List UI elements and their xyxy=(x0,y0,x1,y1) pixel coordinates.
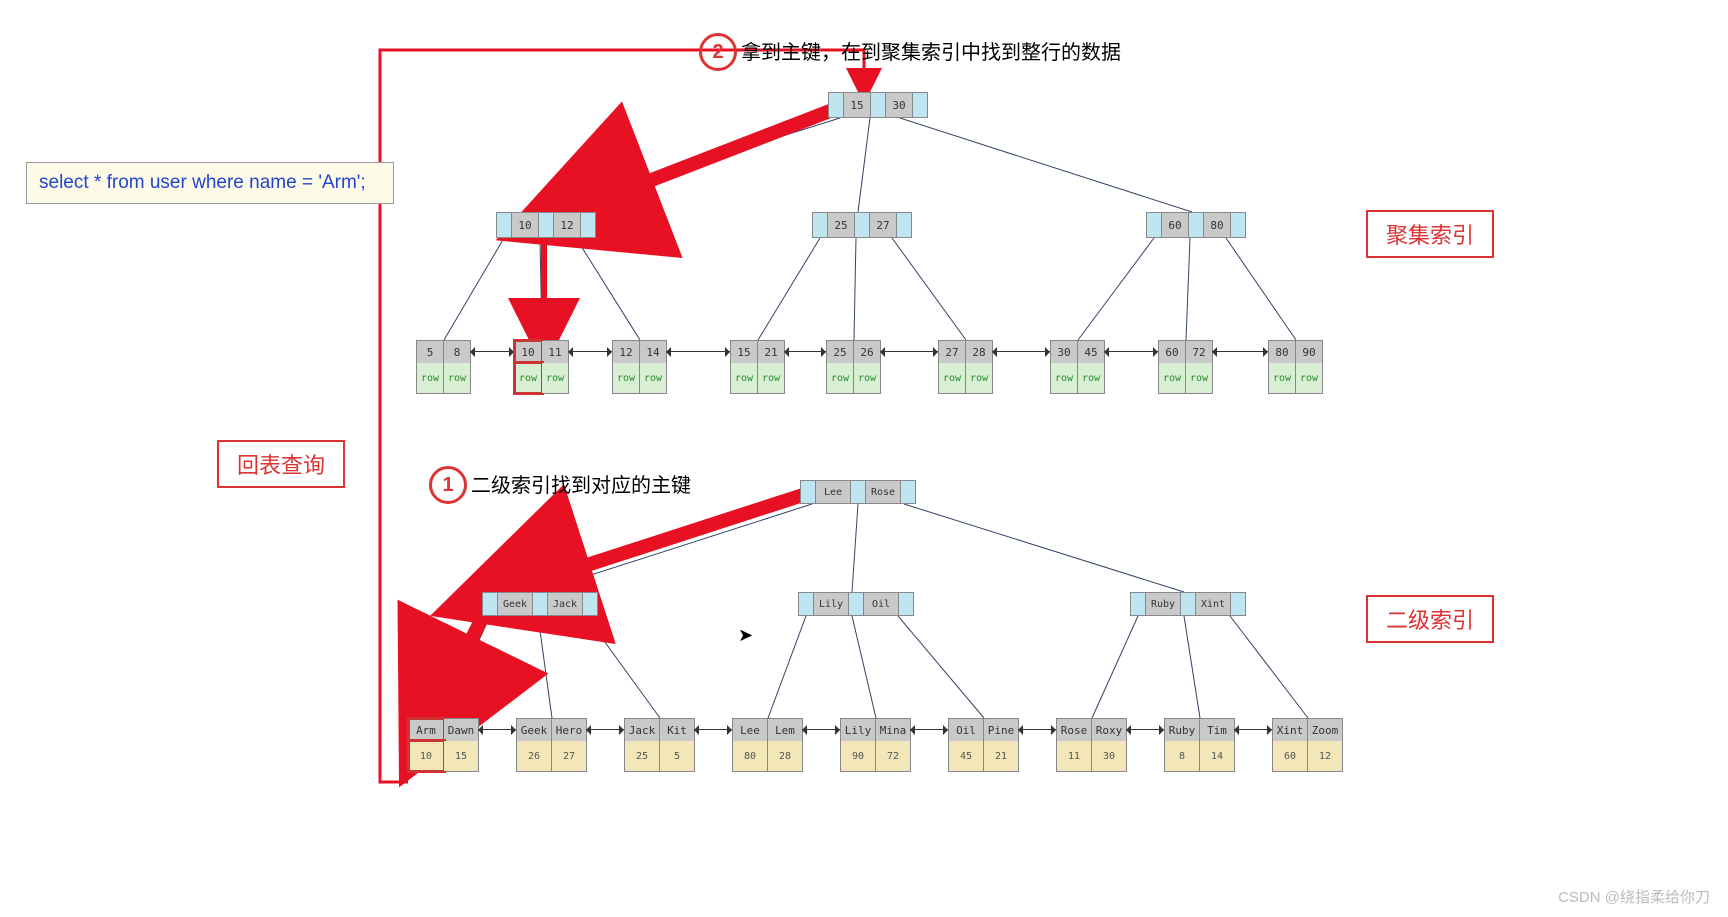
leaf-link-arrow xyxy=(478,729,516,731)
leaf-link-arrow xyxy=(1212,351,1268,353)
leaf-link-arrow xyxy=(1018,729,1056,731)
secondary-internal-2: RubyXint xyxy=(1130,592,1246,616)
secondary-leaf-8: XintZoom6012 xyxy=(1272,718,1343,772)
secondary-leaf-6: RoseRoxy1130 xyxy=(1056,718,1127,772)
leaf-link-arrow xyxy=(470,351,514,353)
step-1-text: 二级索引找到对应的主键 xyxy=(471,469,691,498)
secondary-root: LeeRose xyxy=(800,480,916,504)
cluster-root: 1530 xyxy=(828,92,928,118)
cluster-leaf-7: 6072rowrow xyxy=(1158,340,1213,394)
leaf-link-arrow xyxy=(568,351,612,353)
watermark: CSDN @绕指柔给你刀 xyxy=(1558,886,1710,907)
leaf-link-arrow xyxy=(992,351,1050,353)
cluster-leaf-5: 2728rowrow xyxy=(938,340,993,394)
cluster-internal-0: 1012 xyxy=(496,212,596,238)
secondary-internal-0: GeekJack xyxy=(482,592,598,616)
leaf-link-arrow xyxy=(666,351,730,353)
leaf-link-arrow xyxy=(586,729,624,731)
label-secondary-index: 二级索引 xyxy=(1366,595,1494,643)
label-cluster-index: 聚集索引 xyxy=(1366,210,1494,258)
secondary-leaf-2: JackKit255 xyxy=(624,718,695,772)
diagram-stage: select * from user where name = 'Arm'; 回… xyxy=(0,0,1728,917)
secondary-leaf-0: ArmDawn1015 xyxy=(408,718,479,772)
leaf-link-arrow xyxy=(880,351,938,353)
cluster-leaf-8: 8090rowrow xyxy=(1268,340,1323,394)
sql-text: select * from user where name = 'Arm'; xyxy=(39,172,366,194)
leaf-link-arrow xyxy=(910,729,948,731)
cluster-leaf-6: 3045rowrow xyxy=(1050,340,1105,394)
secondary-leaf-1: GeekHero2627 xyxy=(516,718,587,772)
secondary-leaf-5: OilPine4521 xyxy=(948,718,1019,772)
cluster-leaf-4: 2526rowrow xyxy=(826,340,881,394)
leaf-link-arrow xyxy=(802,729,840,731)
step-2-text: 拿到主键，在到聚集索引中找到整行的数据 xyxy=(741,36,1121,65)
step-2-marker: 2 xyxy=(699,33,737,71)
label-lookup: 回表查询 xyxy=(217,440,345,488)
cluster-internal-1: 2527 xyxy=(812,212,912,238)
leaf-link-arrow xyxy=(1234,729,1272,731)
step-1-marker: 1 xyxy=(429,466,467,504)
leaf-link-arrow xyxy=(1104,351,1158,353)
sql-query-box: select * from user where name = 'Arm'; xyxy=(26,162,394,204)
secondary-leaf-7: RubyTim814 xyxy=(1164,718,1235,772)
cluster-leaf-0: 58rowrow xyxy=(416,340,471,394)
secondary-leaf-3: LeeLem8028 xyxy=(732,718,803,772)
leaf-link-arrow xyxy=(1126,729,1164,731)
leaf-link-arrow xyxy=(784,351,826,353)
secondary-internal-1: LilyOil xyxy=(798,592,914,616)
cluster-leaf-2: 1214rowrow xyxy=(612,340,667,394)
cluster-leaf-1: 1011rowrow xyxy=(514,340,569,394)
leaf-link-arrow xyxy=(694,729,732,731)
cluster-leaf-3: 1521rowrow xyxy=(730,340,785,394)
cursor-icon: ➤ xyxy=(738,625,753,646)
secondary-leaf-4: LilyMina9072 xyxy=(840,718,911,772)
cluster-internal-2: 6080 xyxy=(1146,212,1246,238)
